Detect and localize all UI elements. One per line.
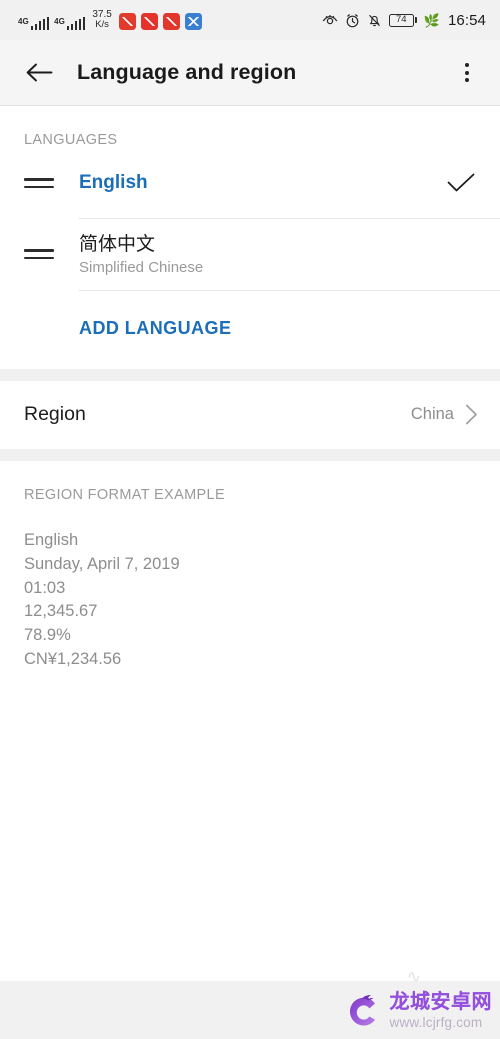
format-line-date: Sunday, April 7, 2019 bbox=[24, 554, 180, 573]
status-bar: 4G 4G 37.5 K/s 74 🌿 16:54 bbox=[0, 0, 500, 40]
format-line-currency: CN¥1,234.56 bbox=[24, 649, 122, 668]
app-bar: Language and region bbox=[0, 40, 500, 106]
list-item[interactable]: 简体中文 Simplified Chinese bbox=[24, 219, 500, 290]
sim2-signal-bars bbox=[66, 17, 86, 30]
overflow-menu-icon[interactable] bbox=[452, 56, 482, 90]
status-bar-right: 74 🌿 16:54 bbox=[322, 12, 486, 29]
region-card: Region China bbox=[0, 380, 500, 449]
format-line-time: 01:03 bbox=[24, 578, 66, 597]
app-notification-icon-4 bbox=[184, 13, 202, 30]
watermark-ghost-mark: ∿ bbox=[406, 967, 422, 986]
dragon-logo-icon bbox=[344, 991, 384, 1031]
section-gap bbox=[0, 448, 500, 461]
app-notification-icon-1 bbox=[118, 13, 136, 30]
app-notification-icon-3 bbox=[162, 13, 180, 30]
phone-screen: 4G 4G 37.5 K/s 74 🌿 16:54 Language and r… bbox=[0, 0, 500, 1039]
language-item-text: English bbox=[79, 157, 446, 209]
page-title: Language and region bbox=[77, 60, 297, 84]
languages-card: LANGUAGES English 简体中文 Simplified Chines… bbox=[0, 106, 500, 369]
list-item[interactable]: English bbox=[24, 148, 500, 218]
watermark-site-name: 龙城安卓网 bbox=[389, 991, 492, 1014]
app-notification-icon-2 bbox=[140, 13, 158, 30]
watermark: 龙城安卓网 www.lcjrfg.com bbox=[344, 991, 493, 1031]
watermark-site-url: www.lcjrfg.com bbox=[389, 1015, 483, 1031]
network-speed-unit: K/s bbox=[95, 19, 109, 30]
eye-comfort-icon bbox=[322, 13, 338, 27]
drag-handle-icon[interactable] bbox=[24, 249, 54, 260]
sim1-signal-icon: 4G bbox=[18, 17, 50, 30]
language-list: English 简体中文 Simplified Chinese bbox=[0, 148, 500, 291]
sim2-network-label: 4G bbox=[54, 17, 65, 26]
battery-indicator: 74 bbox=[388, 13, 417, 27]
region-row[interactable]: Region China bbox=[0, 381, 500, 449]
language-name: 简体中文 bbox=[79, 234, 156, 255]
language-name: English bbox=[79, 172, 148, 194]
region-format-header: REGION FORMAT EXAMPLE bbox=[24, 486, 225, 503]
sim2-signal-icon: 4G bbox=[54, 17, 86, 30]
format-line-language: English bbox=[24, 530, 79, 549]
sim1-signal-bars bbox=[30, 17, 50, 30]
back-arrow-icon[interactable] bbox=[22, 56, 56, 90]
region-value: China bbox=[410, 405, 454, 424]
region-format-block: REGION FORMAT EXAMPLE English Sunday, Ap… bbox=[0, 461, 500, 704]
watermark-text: 龙城安卓网 www.lcjrfg.com bbox=[390, 992, 493, 1030]
battery-cap bbox=[414, 17, 417, 23]
status-bar-clock: 16:54 bbox=[447, 11, 486, 29]
sim1-network-label: 4G bbox=[18, 17, 29, 26]
network-speed-indicator: 37.5 K/s bbox=[92, 10, 111, 30]
region-format-card: REGION FORMAT EXAMPLE English Sunday, Ap… bbox=[0, 460, 500, 981]
format-line-percent: 78.9% bbox=[24, 626, 71, 645]
language-item-text: 简体中文 Simplified Chinese bbox=[79, 219, 446, 290]
languages-section-header: LANGUAGES bbox=[24, 132, 118, 148]
leaf-icon: 🌿 bbox=[423, 12, 440, 28]
format-line-number: 12,345.67 bbox=[24, 602, 98, 621]
battery-percent-label: 74 bbox=[395, 14, 407, 26]
alarm-clock-icon bbox=[345, 13, 360, 28]
language-subtitle: Simplified Chinese bbox=[79, 258, 204, 276]
chevron-right-icon bbox=[465, 404, 478, 425]
status-bar-left: 4G 4G 37.5 K/s bbox=[18, 10, 202, 30]
battery-body: 74 bbox=[388, 13, 414, 27]
section-gap bbox=[0, 368, 500, 381]
check-icon bbox=[446, 173, 476, 193]
drag-handle-icon[interactable] bbox=[24, 178, 54, 188]
bell-off-icon bbox=[367, 13, 382, 28]
region-label: Region bbox=[24, 403, 86, 426]
region-format-lines: English Sunday, April 7, 2019 01:03 12,3… bbox=[24, 529, 476, 672]
add-language-button[interactable]: ADD LANGUAGE bbox=[0, 291, 500, 369]
